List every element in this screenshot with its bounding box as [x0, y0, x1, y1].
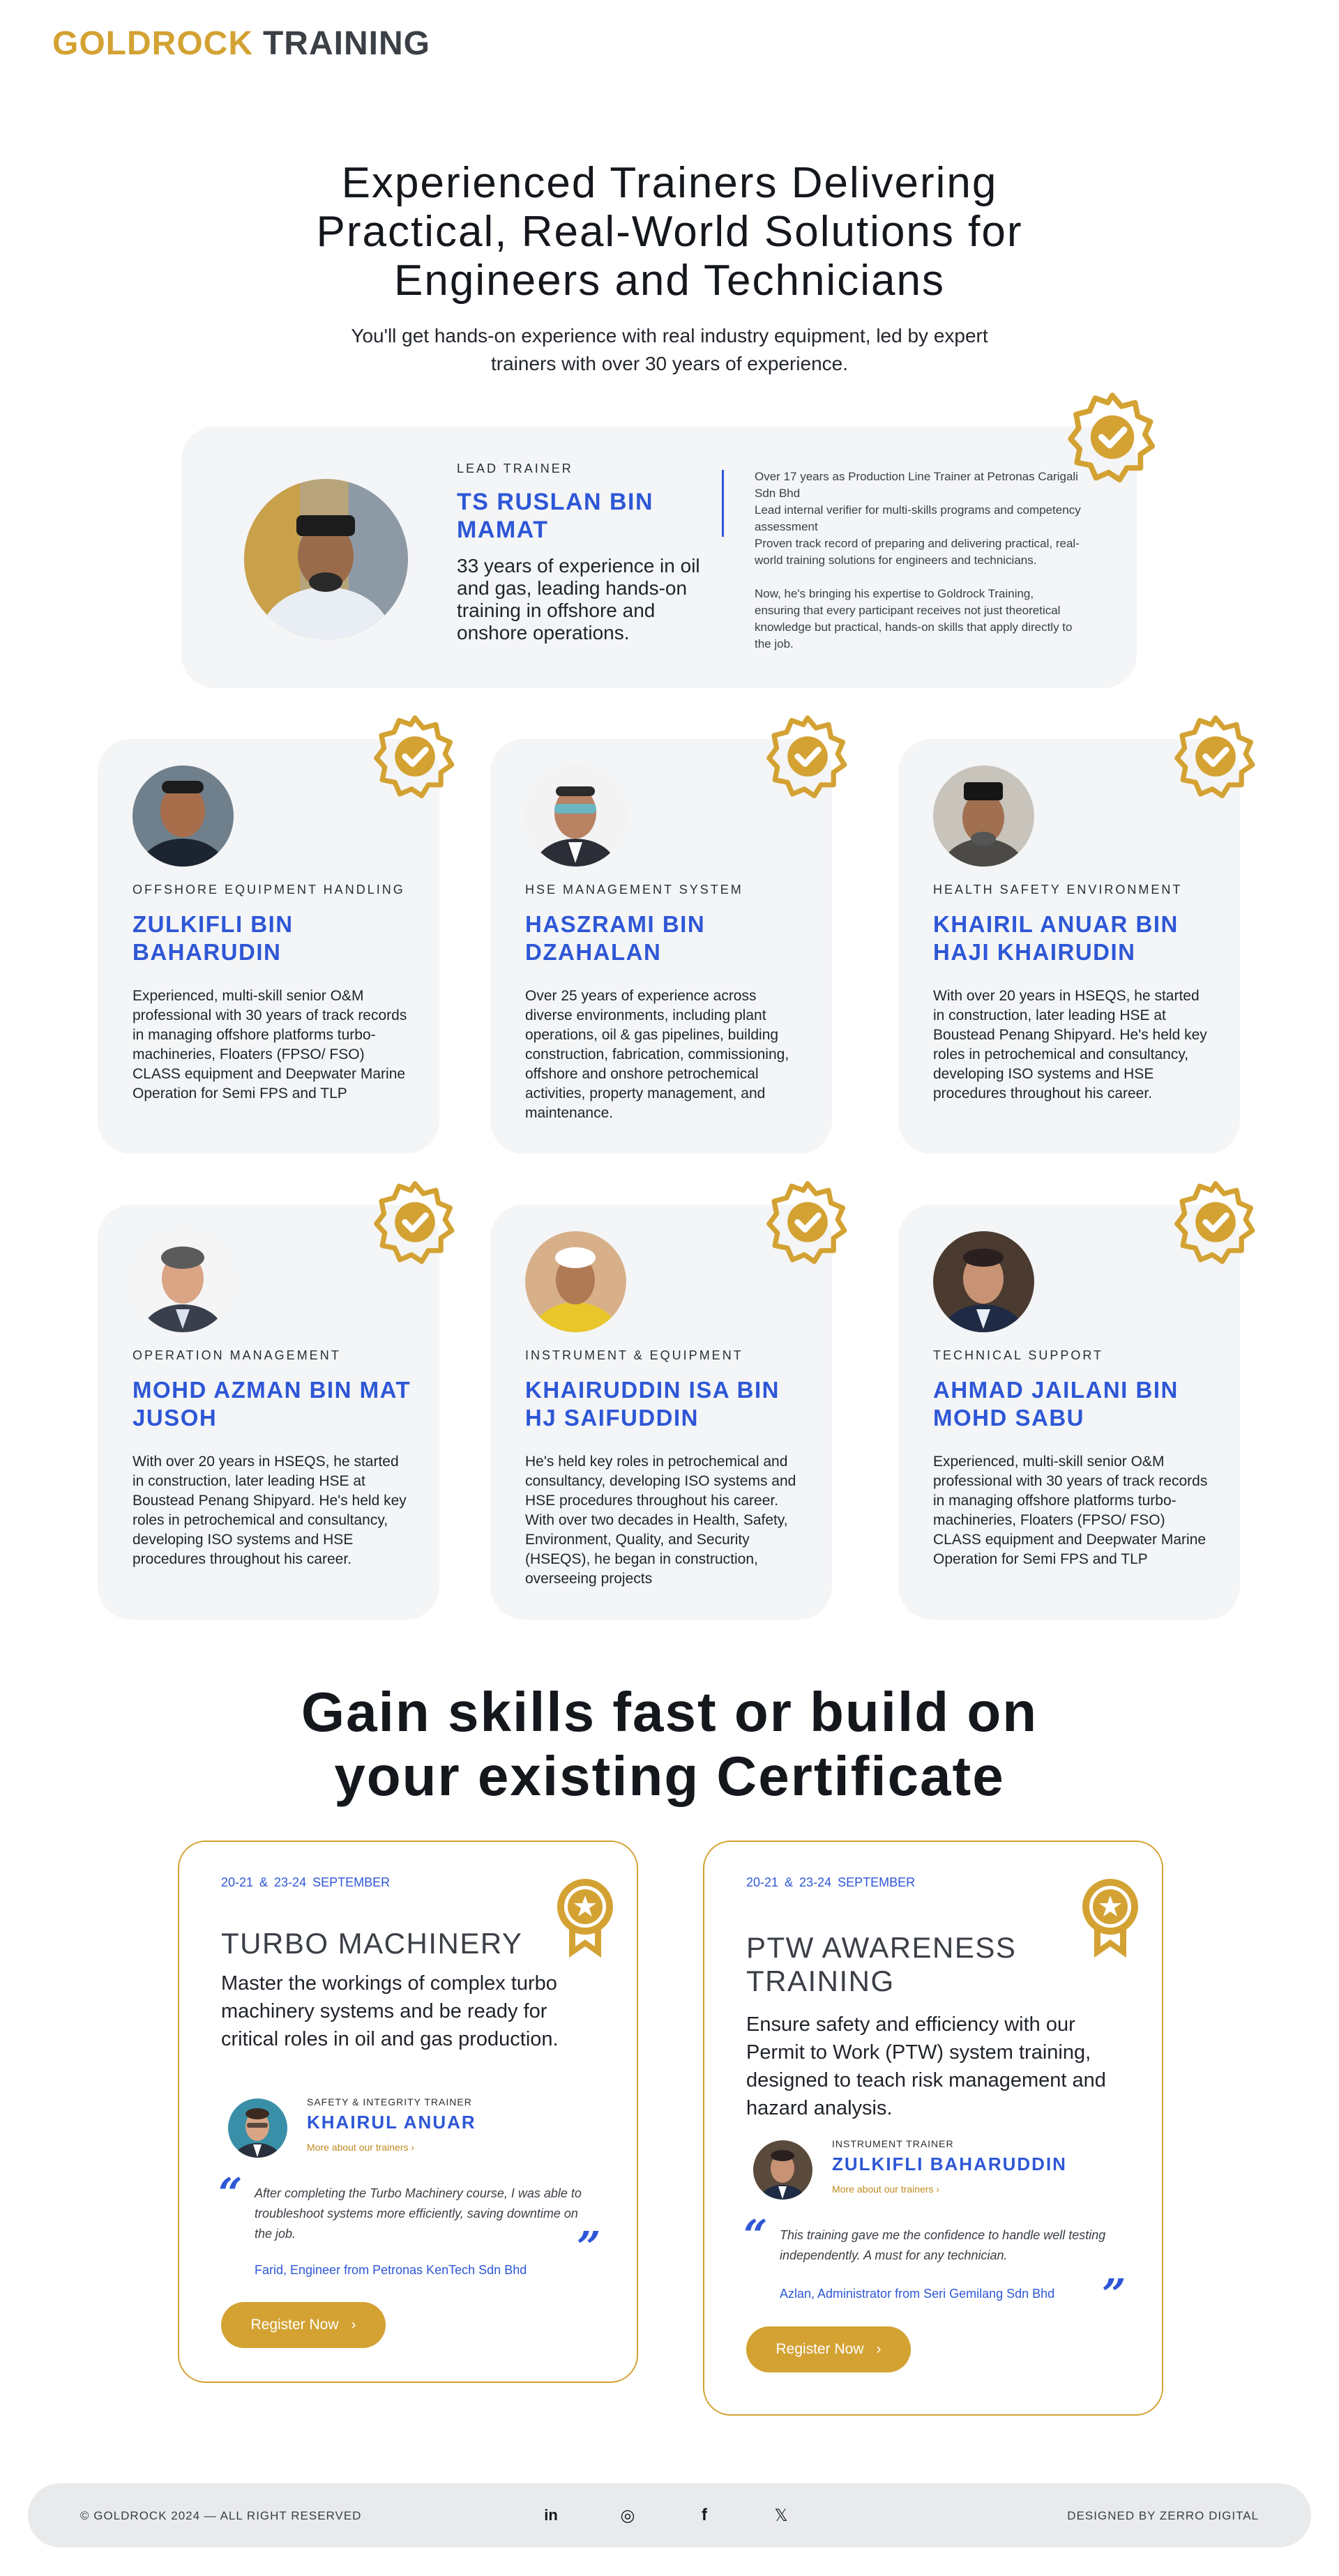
lead-trainer-details: Over 17 years as Production Line Trainer… [755, 468, 1082, 653]
register-label: Register Now [250, 2317, 339, 2333]
verified-badge-icon [766, 715, 849, 798]
trainer-role: HEALTH SAFETY ENVIRONMENT [933, 883, 1183, 897]
course-testimonial-author: Farid, Engineer from Petronas KenTech Sd… [255, 2263, 527, 2277]
trainer-name: KHAIRUDDIN ISA BIN HJ SAIFUDDIN [525, 1377, 780, 1431]
course-trainer-avatar [228, 2098, 287, 2158]
trainer-description: With over 20 years in HSEQS, he started … [133, 1454, 407, 1567]
trainer-role: INSTRUMENT & EQUIPMENT [525, 1348, 743, 1362]
course-trainer-avatar [753, 2140, 812, 2200]
trainer-card: HSE MANAGEMENT SYSTEM HASZRAMI BIN DZAHA… [490, 739, 832, 1154]
lead-detail: Proven track record of preparing and del… [755, 537, 1080, 567]
register-label: Register Now [776, 2341, 864, 2357]
lead-detail-closing: Now, he's bringing his expertise to Gold… [755, 587, 1073, 650]
lead-trainer-divider [722, 470, 724, 537]
course-title: PTW AWARENESS TRAINING [746, 1931, 1017, 1997]
course-testimonial-author: Azlan, Administrator from Seri Gemilang … [780, 2287, 1055, 2301]
more-trainers-link[interactable]: More about our trainers › [832, 2183, 939, 2195]
trainer-name: AHMAD JAILANI BIN MOHD SABU [933, 1377, 1179, 1431]
verified-badge-icon [766, 1180, 849, 1264]
lead-trainer-role: LEAD TRAINER [457, 462, 573, 475]
trainer-card: INSTRUMENT & EQUIPMENT KHAIRUDDIN ISA BI… [490, 1205, 832, 1619]
logo[interactable]: GOLDROCK TRAINING [52, 24, 430, 63]
trainer-card: OPERATION MANAGEMENT MOHD AZMAN BIN MAT … [98, 1205, 439, 1619]
more-trainers-label: More about our trainers [832, 2183, 934, 2195]
instagram-icon[interactable]: ◎ [616, 2504, 639, 2527]
footer-copyright: © GOLDROCK 2024 — ALL RIGHT RESERVED [80, 2509, 362, 2522]
trainer-description: With over 20 years in HSEQS, he started … [933, 988, 1207, 1102]
trainer-name: ZULKIFLI BIN BAHARUDIN [133, 911, 294, 965]
trainer-avatar [133, 765, 234, 867]
trainer-name: MOHD AZMAN BIN MAT JUSOH [133, 1377, 411, 1431]
lead-trainer-avatar [244, 479, 408, 639]
trainer-role: HSE MANAGEMENT SYSTEM [525, 883, 743, 897]
quote-open-icon: “ [743, 2211, 768, 2260]
trainer-avatar [933, 1231, 1034, 1332]
course-trainer-role: SAFETY & INTEGRITY TRAINER [307, 2096, 472, 2108]
quote-open-icon: “ [218, 2170, 243, 2218]
trainer-name: HASZRAMI BIN DZAHALAN [525, 911, 706, 965]
trainer-description: Experienced, multi-skill senior O&M prof… [133, 988, 407, 1102]
lead-trainer-name: TS RUSLAN BIN MAMAT [457, 489, 654, 543]
award-ribbon-icon [1077, 1877, 1144, 1959]
course-trainer-name: ZULKIFLI BAHARUDDIN [832, 2154, 1067, 2174]
course-card-turbo-machinery: 20-21 & 23-24 SEPTEMBER TURBO MACHINERY … [178, 1840, 638, 2383]
trainer-card: HEALTH SAFETY ENVIRONMENT KHAIRIL ANUAR … [898, 739, 1240, 1154]
verified-badge-icon [1174, 1180, 1257, 1264]
courses-section-title: Gain skills fast or build on your existi… [301, 1681, 1038, 1807]
course-title: TURBO MACHINERY [221, 1927, 523, 1960]
trainer-description: He's held key roles in petrochemical and… [525, 1454, 796, 1587]
trainer-role: OPERATION MANAGEMENT [133, 1348, 341, 1362]
x-icon[interactable]: 𝕏 [770, 2504, 792, 2527]
chevron-right-icon: › [936, 2183, 940, 2195]
course-trainer-name: KHAIRUL ANUAR [307, 2112, 476, 2133]
trainer-description: Over 25 years of experience across diver… [525, 988, 789, 1121]
course-testimonial: After completing the Turbo Machinery cou… [255, 2186, 582, 2241]
verified-badge-icon [373, 715, 457, 798]
linkedin-icon[interactable]: in [540, 2504, 562, 2527]
trainer-card: OFFSHORE EQUIPMENT HANDLING ZULKIFLI BIN… [98, 739, 439, 1154]
trainer-role: OFFSHORE EQUIPMENT HANDLING [133, 883, 405, 897]
hero-subtitle: You'll get hands-on experience with real… [351, 325, 988, 374]
course-trainer-role: INSTRUMENT TRAINER [832, 2138, 954, 2149]
course-testimonial: This training gave me the confidence to … [780, 2228, 1106, 2262]
course-card-ptw-awareness: 20-21 & 23-24 SEPTEMBER PTW AWARENESS TR… [703, 1840, 1163, 2416]
trainer-name: KHAIRIL ANUAR BIN HAJI KHAIRUDIN [933, 911, 1179, 965]
lead-detail: Over 17 years as Production Line Trainer… [755, 470, 1078, 500]
facebook-icon[interactable]: f [693, 2504, 716, 2527]
quote-close-icon: ” [1102, 2271, 1126, 2319]
course-description: Master the workings of complex turbo mac… [221, 1972, 559, 2050]
register-now-button[interactable]: Register Now › [746, 2326, 911, 2372]
trainer-avatar [933, 765, 1034, 867]
more-trainers-label: More about our trainers [307, 2142, 409, 2153]
lead-trainer-card: LEAD TRAINER TS RUSLAN BIN MAMAT 33 year… [181, 427, 1137, 688]
course-description: Ensure safety and efficiency with our Pe… [746, 2013, 1106, 2119]
course-date: 20-21 & 23-24 SEPTEMBER [746, 1875, 916, 1889]
chevron-right-icon: › [351, 2317, 356, 2333]
trainer-description: Experienced, multi-skill senior O&M prof… [933, 1454, 1208, 1567]
logo-goldrock: GOLDROCK [52, 25, 253, 62]
lead-trainer-summary: 33 years of experience in oil and gas, l… [457, 555, 700, 643]
verified-badge-icon [1174, 715, 1257, 798]
verified-badge-icon [1067, 392, 1158, 482]
hero-title: Experienced Trainers Delivering Practica… [316, 159, 1023, 305]
register-now-button[interactable]: Register Now › [221, 2302, 386, 2348]
lead-detail: Lead internal verifier for multi-skills … [755, 503, 1081, 533]
logo-training: TRAINING [262, 25, 430, 62]
footer-credit[interactable]: DESIGNED BY ZERRO DIGITAL [1067, 2509, 1259, 2523]
trainer-avatar [525, 765, 626, 867]
more-trainers-link[interactable]: More about our trainers › [307, 2142, 414, 2153]
chevron-right-icon: › [876, 2341, 882, 2357]
trainer-role: TECHNICAL SUPPORT [933, 1348, 1104, 1362]
footer: © GOLDROCK 2024 — ALL RIGHT RESERVED in … [28, 2483, 1311, 2547]
trainer-avatar [525, 1231, 626, 1332]
course-date: 20-21 & 23-24 SEPTEMBER [221, 1875, 391, 1889]
trainer-avatar [133, 1231, 234, 1332]
trainer-card: TECHNICAL SUPPORT AHMAD JAILANI BIN MOHD… [898, 1205, 1240, 1619]
verified-badge-icon [373, 1180, 457, 1264]
chevron-right-icon: › [411, 2142, 415, 2153]
quote-close-icon: ” [577, 2223, 601, 2272]
award-ribbon-icon [552, 1877, 619, 1959]
